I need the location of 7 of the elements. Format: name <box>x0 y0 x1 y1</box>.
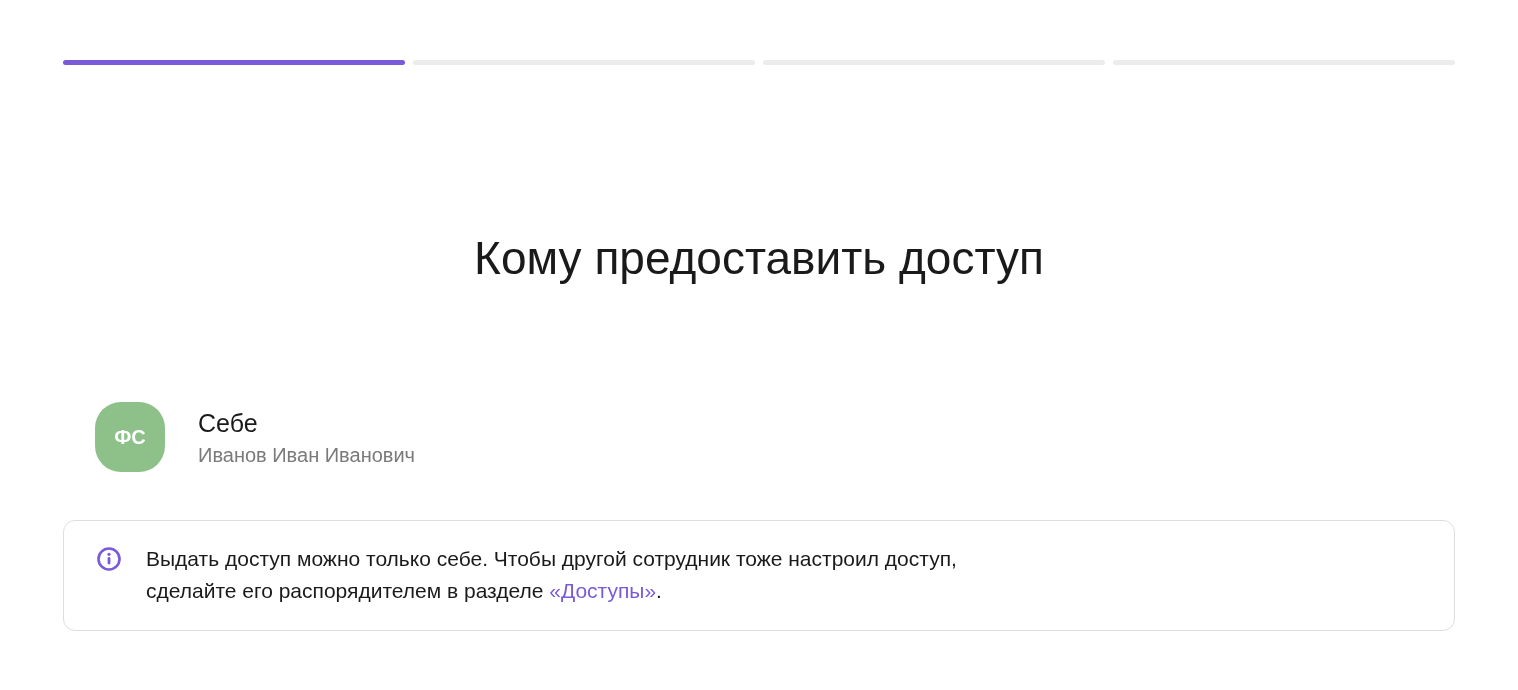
info-icon <box>97 547 121 571</box>
recipient-label: Себе <box>198 407 259 438</box>
avatar: ФС <box>95 402 165 472</box>
page-title: Кому предоставить доступ <box>473 231 1045 286</box>
recipient-name: Иванов Иван Иванович <box>198 442 416 467</box>
access-link[interactable]: «Доступы» <box>549 579 657 602</box>
info-text: Выдать доступ можно только себе. Чтобы другой сотрудник тоже настроил доступ, сделайте его распорядителем в разделе «Доступы». <box>146 546 958 604</box>
